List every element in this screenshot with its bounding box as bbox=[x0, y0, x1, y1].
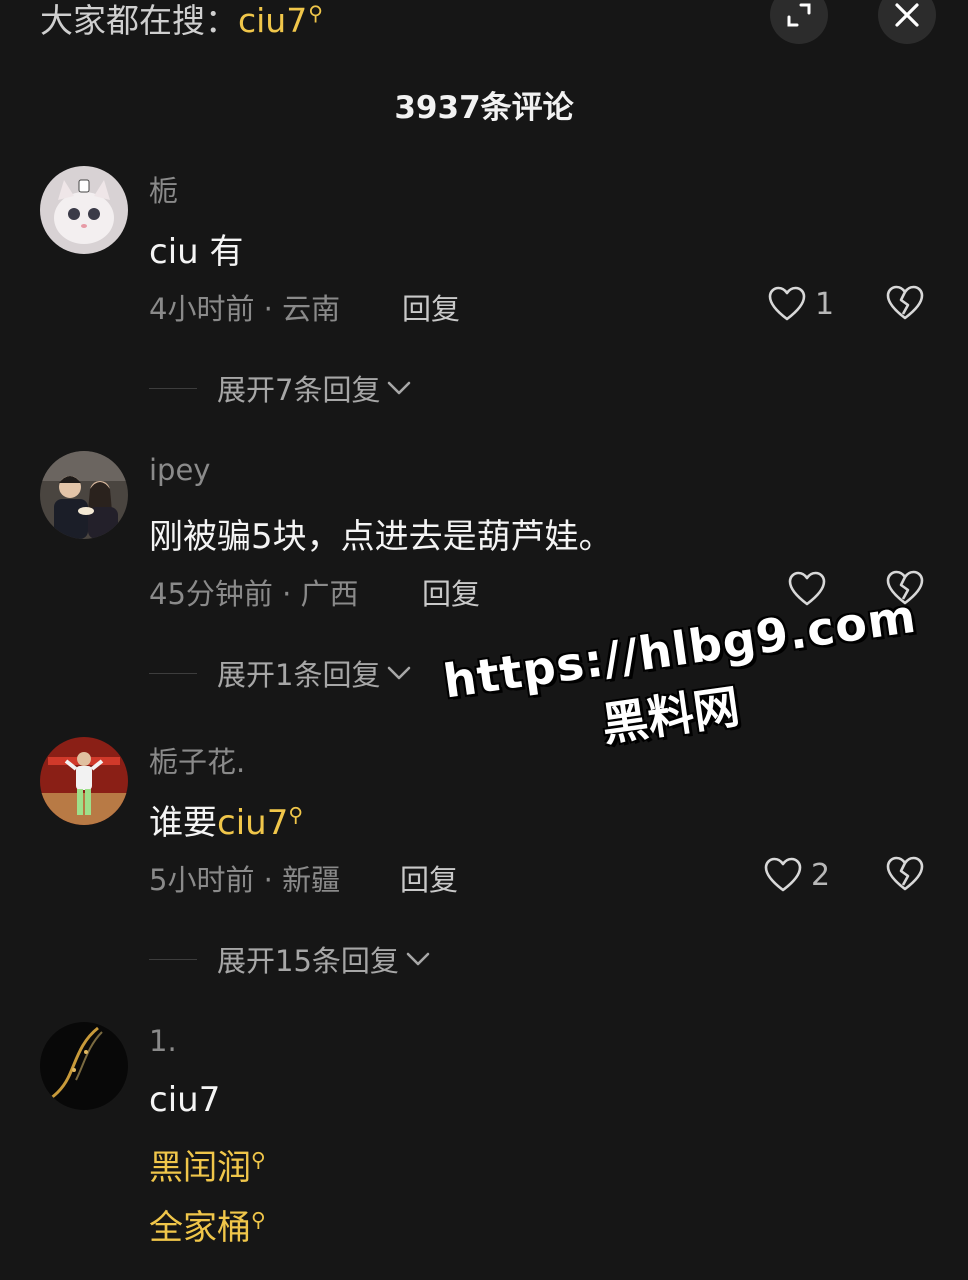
comment-text: 刚被骗5块，点进去是葫芦娃。 bbox=[149, 517, 613, 557]
heart-icon bbox=[768, 286, 806, 321]
comment-text: 谁要ciu7⚲ bbox=[149, 795, 303, 844]
comment-text-prefix: 谁要 bbox=[149, 803, 217, 843]
search-hint-keyword[interactable]: ciu7 bbox=[238, 1, 307, 40]
expand-button[interactable] bbox=[770, 0, 828, 44]
search-icon: ⚲ bbox=[308, 1, 323, 25]
comment-meta: 4小时前 · 云南 bbox=[149, 292, 341, 326]
username[interactable]: 栀子花. bbox=[149, 739, 245, 781]
comment-keyword-link[interactable]: 全家桶⚲ bbox=[149, 1200, 266, 1249]
reply-button[interactable]: 回复 bbox=[400, 857, 458, 899]
avatar[interactable] bbox=[40, 451, 128, 539]
comments-page: 大家都在搜：ciu7⚲ 3937条评论 栀 ciu 有 4小时前 · 云南 回复… bbox=[0, 0, 968, 1280]
avatar[interactable] bbox=[40, 166, 128, 254]
chevron-down-icon bbox=[406, 952, 430, 966]
comment-keyword-link[interactable]: ciu7 bbox=[217, 803, 288, 843]
like-button[interactable]: 2 bbox=[763, 855, 830, 895]
expand-replies[interactable]: 展开15条回复 bbox=[149, 939, 431, 979]
dislike-button[interactable] bbox=[885, 855, 925, 895]
like-count: 1 bbox=[815, 286, 835, 322]
like-count: 2 bbox=[811, 857, 831, 893]
search-hint-prefix: 大家都在搜： bbox=[40, 1, 238, 40]
search-icon: ⚲ bbox=[251, 1207, 266, 1232]
expand-replies[interactable]: 展开1条回复 bbox=[149, 653, 412, 693]
username[interactable]: 1. bbox=[149, 1024, 177, 1058]
broken-heart-icon bbox=[886, 285, 924, 320]
watermark: https://hlbg9.com 黑料网 bbox=[440, 589, 920, 776]
keyword-label: 黑闰润 bbox=[149, 1148, 251, 1188]
expand-icon bbox=[787, 3, 811, 27]
expand-replies[interactable]: 展开7条回复 bbox=[149, 368, 412, 408]
avatar[interactable] bbox=[40, 737, 128, 825]
chevron-down-icon bbox=[388, 666, 411, 680]
close-button[interactable] bbox=[878, 0, 936, 44]
avatar[interactable] bbox=[40, 1022, 128, 1110]
comment-count-title: 3937条评论 bbox=[394, 90, 574, 126]
expand-replies-label: 展开7条回复 bbox=[217, 373, 381, 407]
comment-text: ciu7 bbox=[149, 1080, 221, 1120]
reply-button[interactable]: 回复 bbox=[422, 571, 480, 613]
username[interactable]: ipey bbox=[149, 453, 210, 487]
reply-button[interactable]: 回复 bbox=[402, 286, 460, 328]
search-icon: ⚲ bbox=[288, 802, 303, 827]
username[interactable]: 栀 bbox=[149, 168, 178, 210]
comment-text: ciu 有 bbox=[149, 232, 244, 272]
expand-divider bbox=[149, 672, 197, 674]
close-icon bbox=[895, 3, 919, 27]
expand-divider bbox=[149, 958, 197, 960]
search-hint[interactable]: 大家都在搜：ciu7⚲ bbox=[40, 0, 323, 42]
dislike-button[interactable] bbox=[885, 284, 925, 324]
chevron-down-icon bbox=[388, 381, 411, 395]
header: 大家都在搜：ciu7⚲ 3937条评论 bbox=[0, 0, 968, 140]
comment-keyword-link[interactable]: 黑闰润⚲ bbox=[149, 1140, 266, 1189]
comment-meta: 5小时前 · 新疆 bbox=[149, 863, 341, 897]
keyword-label: 全家桶 bbox=[149, 1208, 251, 1248]
search-icon: ⚲ bbox=[251, 1147, 266, 1172]
expand-divider bbox=[149, 387, 197, 389]
like-button[interactable]: 1 bbox=[767, 284, 834, 324]
broken-heart-icon bbox=[886, 856, 924, 891]
expand-replies-label: 展开15条回复 bbox=[217, 944, 399, 978]
heart-icon bbox=[764, 857, 802, 892]
expand-replies-label: 展开1条回复 bbox=[217, 658, 381, 692]
comment-meta: 45分钟前 · 广西 bbox=[149, 577, 359, 611]
